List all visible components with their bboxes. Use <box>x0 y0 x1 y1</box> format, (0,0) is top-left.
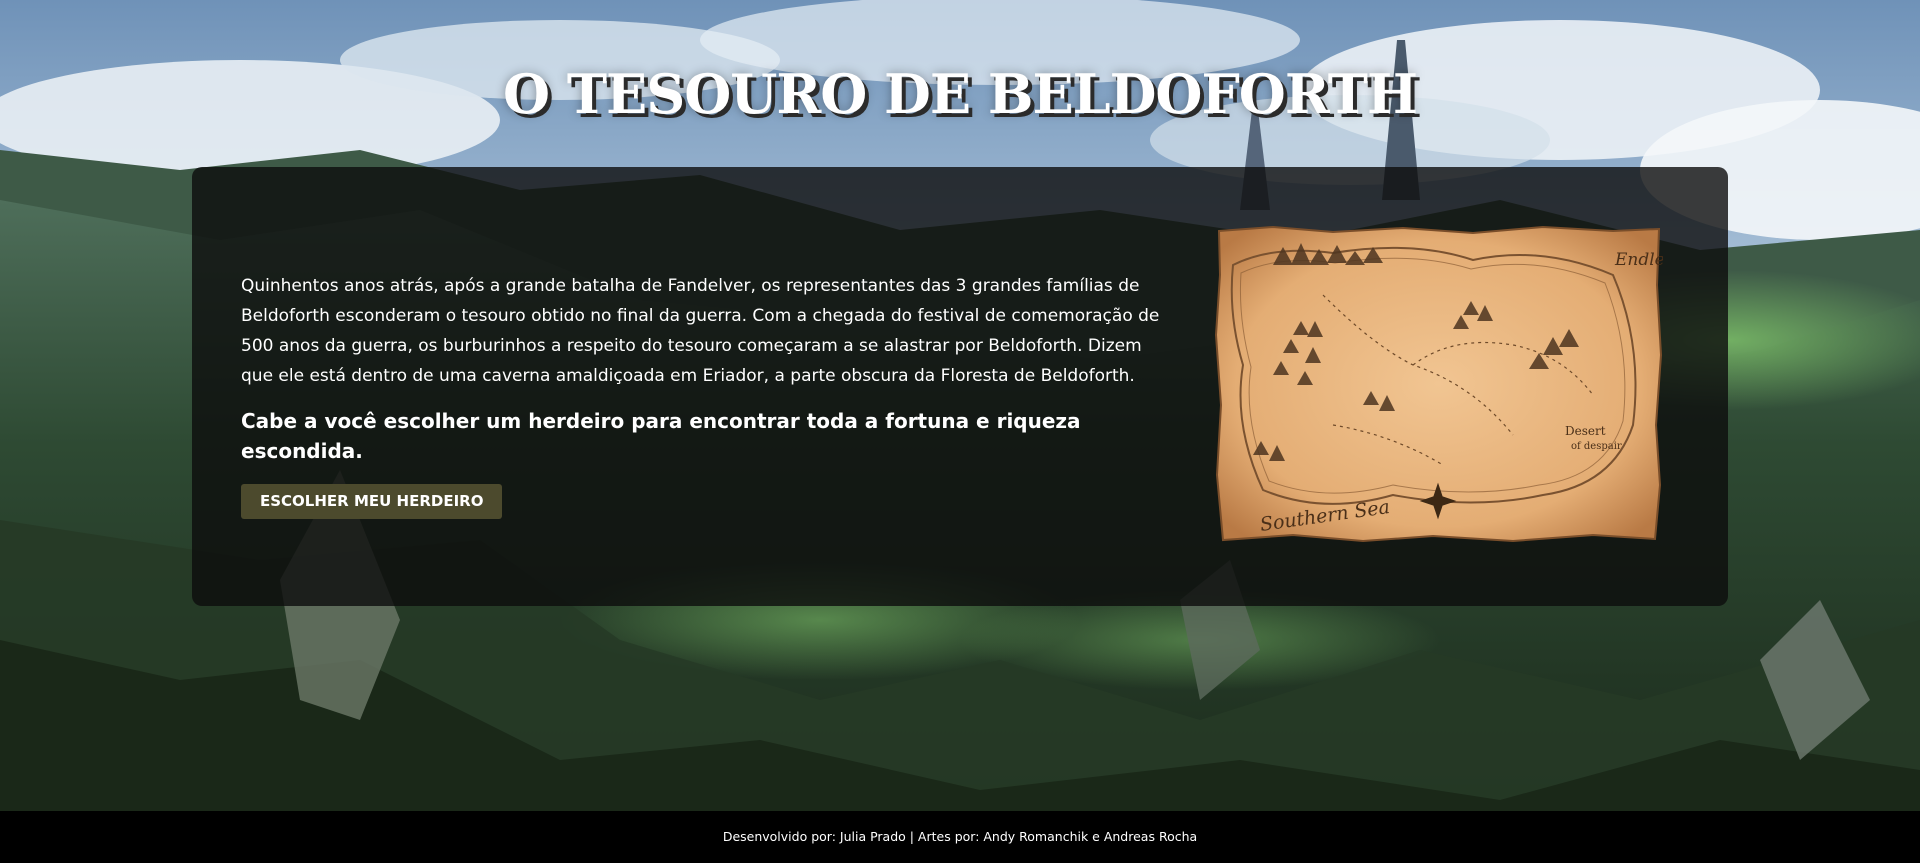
map-label-endless: Endless <box>1614 250 1663 270</box>
intro-text-block: Quinhentos anos atrás, após a grande bat… <box>241 271 1171 519</box>
treasure-map-image: Endless Desert of despair Southern Sea <box>1214 225 1663 543</box>
choose-heir-button[interactable]: ESCOLHER MEU HERDEIRO <box>241 484 503 519</box>
page-title: O TESOURO DE BELDOFORTH <box>503 62 1418 126</box>
call-to-action-text: Cabe a você escolher um herdeiro para en… <box>241 409 1081 463</box>
footer: Desenvolvido por: Julia Prado | Artes po… <box>0 811 1920 863</box>
page: O TESOURO DE BELDOFORTH Quinhentos anos … <box>0 0 1920 863</box>
intro-card: Quinhentos anos atrás, após a grande bat… <box>192 167 1728 606</box>
footer-credits: Desenvolvido por: Julia Prado | Artes po… <box>722 829 1198 844</box>
map-label-desert: Desert <box>1565 424 1606 438</box>
map-label-desert-sub: of despair <box>1571 441 1622 452</box>
intro-paragraph: Quinhentos anos atrás, após a grande bat… <box>241 276 1160 386</box>
